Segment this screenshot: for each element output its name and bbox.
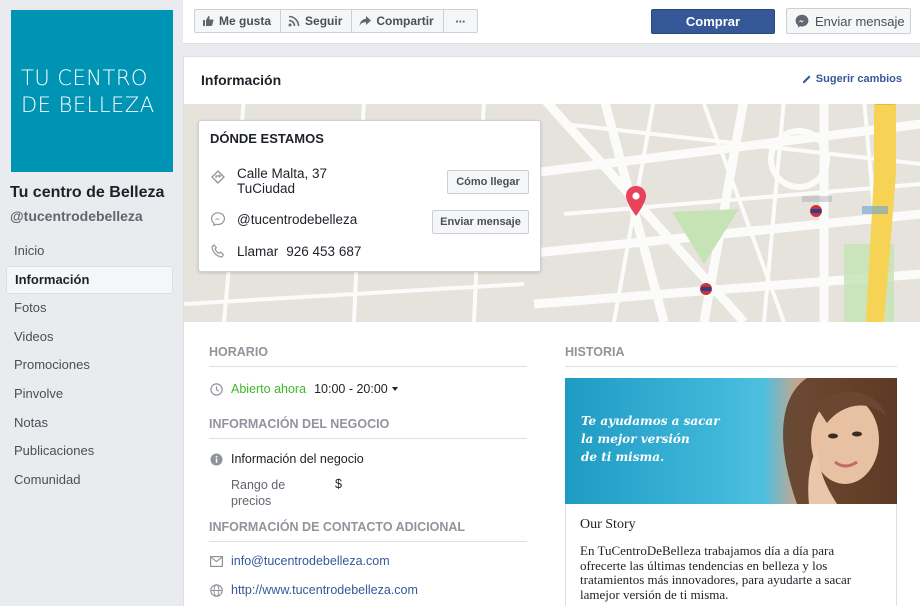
sidebar-nav: Inicio Información Fotos Videos Promocio… <box>6 237 173 494</box>
share-label: Compartir <box>376 14 434 28</box>
messenger-row: @tucentrodebelleza <box>210 212 357 227</box>
price-range-label-line-2: precios <box>231 494 272 508</box>
cover-text-line-1: TU CENTRO <box>21 66 148 90</box>
business-info-row: Información del negocio <box>209 452 364 466</box>
story-image-caption: Te ayudamos a sacar la mejor versión de … <box>581 412 720 466</box>
hours-range: 10:00 - 20:00 <box>314 382 388 396</box>
divider <box>565 366 897 367</box>
profile-cover-image[interactable]: TU CENTRO DE BELLEZA <box>11 10 173 172</box>
business-heading: INFORMACIÓN DEL NEGOCIO <box>209 417 390 431</box>
price-range-value: $ <box>335 477 342 491</box>
follow-button[interactable]: Seguir <box>280 9 353 33</box>
website-link[interactable]: http://www.tucentrodebelleza.com <box>231 583 418 597</box>
chevron-down-icon[interactable] <box>391 387 398 391</box>
info-icon <box>210 453 222 465</box>
email-link[interactable]: info@tucentrodebelleza.com <box>231 554 390 568</box>
hours-heading: HORARIO <box>209 345 269 359</box>
clock-icon <box>209 382 223 396</box>
suggest-changes-link[interactable]: Sugerir cambios <box>802 73 902 85</box>
sidebar-item-promociones[interactable]: Promociones <box>6 351 173 380</box>
messenger-handle[interactable]: @tucentrodebelleza <box>237 212 357 227</box>
thumbs-up-icon <box>203 16 214 26</box>
share-button[interactable]: Compartir <box>351 9 444 33</box>
like-button[interactable]: Me gusta <box>194 9 282 33</box>
directions-icon <box>211 170 225 184</box>
globe-icon <box>209 583 223 597</box>
divider <box>209 438 527 439</box>
directions-button[interactable]: Cómo llegar <box>447 170 529 194</box>
story-image-caption-line-1: Te ayudamos a sacar <box>581 414 720 428</box>
sidebar-item-pinvolve[interactable]: Pinvolve <box>6 380 173 409</box>
page-handle[interactable]: @tucentrodebelleza <box>10 208 143 224</box>
story-title: Our Story <box>580 517 636 532</box>
model-portrait <box>783 378 897 504</box>
price-range-label-line-1: Rango de <box>231 478 286 492</box>
divider <box>209 366 527 367</box>
like-label: Me gusta <box>219 14 272 28</box>
story-box[interactable]: Our Story En TuCentroDeBelleza trabajamo… <box>565 504 897 606</box>
story-image-caption-line-3: de ti misma. <box>581 450 665 464</box>
rss-follow-icon <box>288 15 300 27</box>
send-message-button[interactable]: Enviar mensaje <box>786 8 911 34</box>
story-image-caption-line-2: la mejor versión <box>581 432 690 446</box>
business-info-label: Información del negocio <box>231 452 364 466</box>
share-arrow-icon <box>359 16 372 26</box>
buy-button[interactable]: Comprar <box>651 9 775 34</box>
phone-icon <box>211 244 225 258</box>
sidebar-item-publicaciones[interactable]: Publicaciones <box>6 437 173 466</box>
suggest-changes-label: Sugerir cambios <box>815 73 902 85</box>
sidebar-item-notas[interactable]: Notas <box>6 409 173 438</box>
address-line-2: TuCiudad <box>237 181 296 196</box>
left-column: TU CENTRO DE BELLEZA Tu centro de Bellez… <box>0 0 182 606</box>
envelope-icon <box>209 555 223 567</box>
pencil-icon <box>802 75 811 83</box>
price-range-label: Rango de precios <box>231 477 285 509</box>
more-options-button[interactable]: ··· <box>442 9 478 33</box>
more-dots-icon: ··· <box>455 13 466 29</box>
hours-row[interactable]: Abierto ahora 10:00 - 20:00 <box>209 382 398 396</box>
messenger-icon <box>211 212 225 226</box>
sidebar-item-videos[interactable]: Videos <box>6 323 173 352</box>
location-map[interactable]: DÓNDE ESTAMOS Calle Malta, 37 TuCiudad C… <box>184 104 920 322</box>
address-line-1: Calle Malta, 37 <box>237 166 328 181</box>
story-text: En TuCentroDeBelleza trabajamos día a dí… <box>580 543 852 602</box>
contact-heading: INFORMACIÓN DE CONTACTO ADICIONAL <box>209 520 466 534</box>
story-cover-image[interactable]: Te ayudamos a sacar la mejor versión de … <box>565 378 897 504</box>
history-heading: HISTORIA <box>565 345 625 359</box>
phone-row: Llamar 926 453 687 <box>210 244 361 259</box>
info-card: Información Sugerir cambios DÓNDE ESTAMO… <box>183 56 920 606</box>
sidebar-item-inicio[interactable]: Inicio <box>6 237 173 266</box>
messenger-icon <box>795 14 809 28</box>
sidebar-item-comunidad[interactable]: Comunidad <box>6 466 173 495</box>
send-message-label: Enviar mensaje <box>815 13 905 29</box>
website-row[interactable]: http://www.tucentrodebelleza.com <box>209 583 418 597</box>
open-status: Abierto ahora <box>231 382 307 396</box>
map-pin-icon[interactable] <box>625 186 647 216</box>
location-send-message-button[interactable]: Enviar mensaje <box>432 210 529 234</box>
call-label[interactable]: Llamar <box>237 244 278 259</box>
sidebar-item-fotos[interactable]: Fotos <box>6 294 173 323</box>
location-title: DÓNDE ESTAMOS <box>210 131 324 146</box>
info-title: Información <box>201 72 282 88</box>
location-card: DÓNDE ESTAMOS Calle Malta, 37 TuCiudad C… <box>198 120 541 272</box>
email-row[interactable]: info@tucentrodebelleza.com <box>209 554 390 568</box>
cover-text-line-2: DE BELLEZA <box>21 93 155 117</box>
phone-number[interactable]: 926 453 687 <box>286 244 361 259</box>
follow-label: Seguir <box>305 14 343 28</box>
page-actions-bar: Me gusta Seguir Compartir ··· Comprar En… <box>183 0 920 44</box>
divider <box>209 541 527 542</box>
address-row: Calle Malta, 37 TuCiudad <box>210 166 327 196</box>
action-button-group: Me gusta Seguir Compartir ··· <box>194 9 478 33</box>
sidebar-item-informacion[interactable]: Información <box>6 265 173 295</box>
page-name[interactable]: Tu centro de Belleza <box>10 184 164 202</box>
